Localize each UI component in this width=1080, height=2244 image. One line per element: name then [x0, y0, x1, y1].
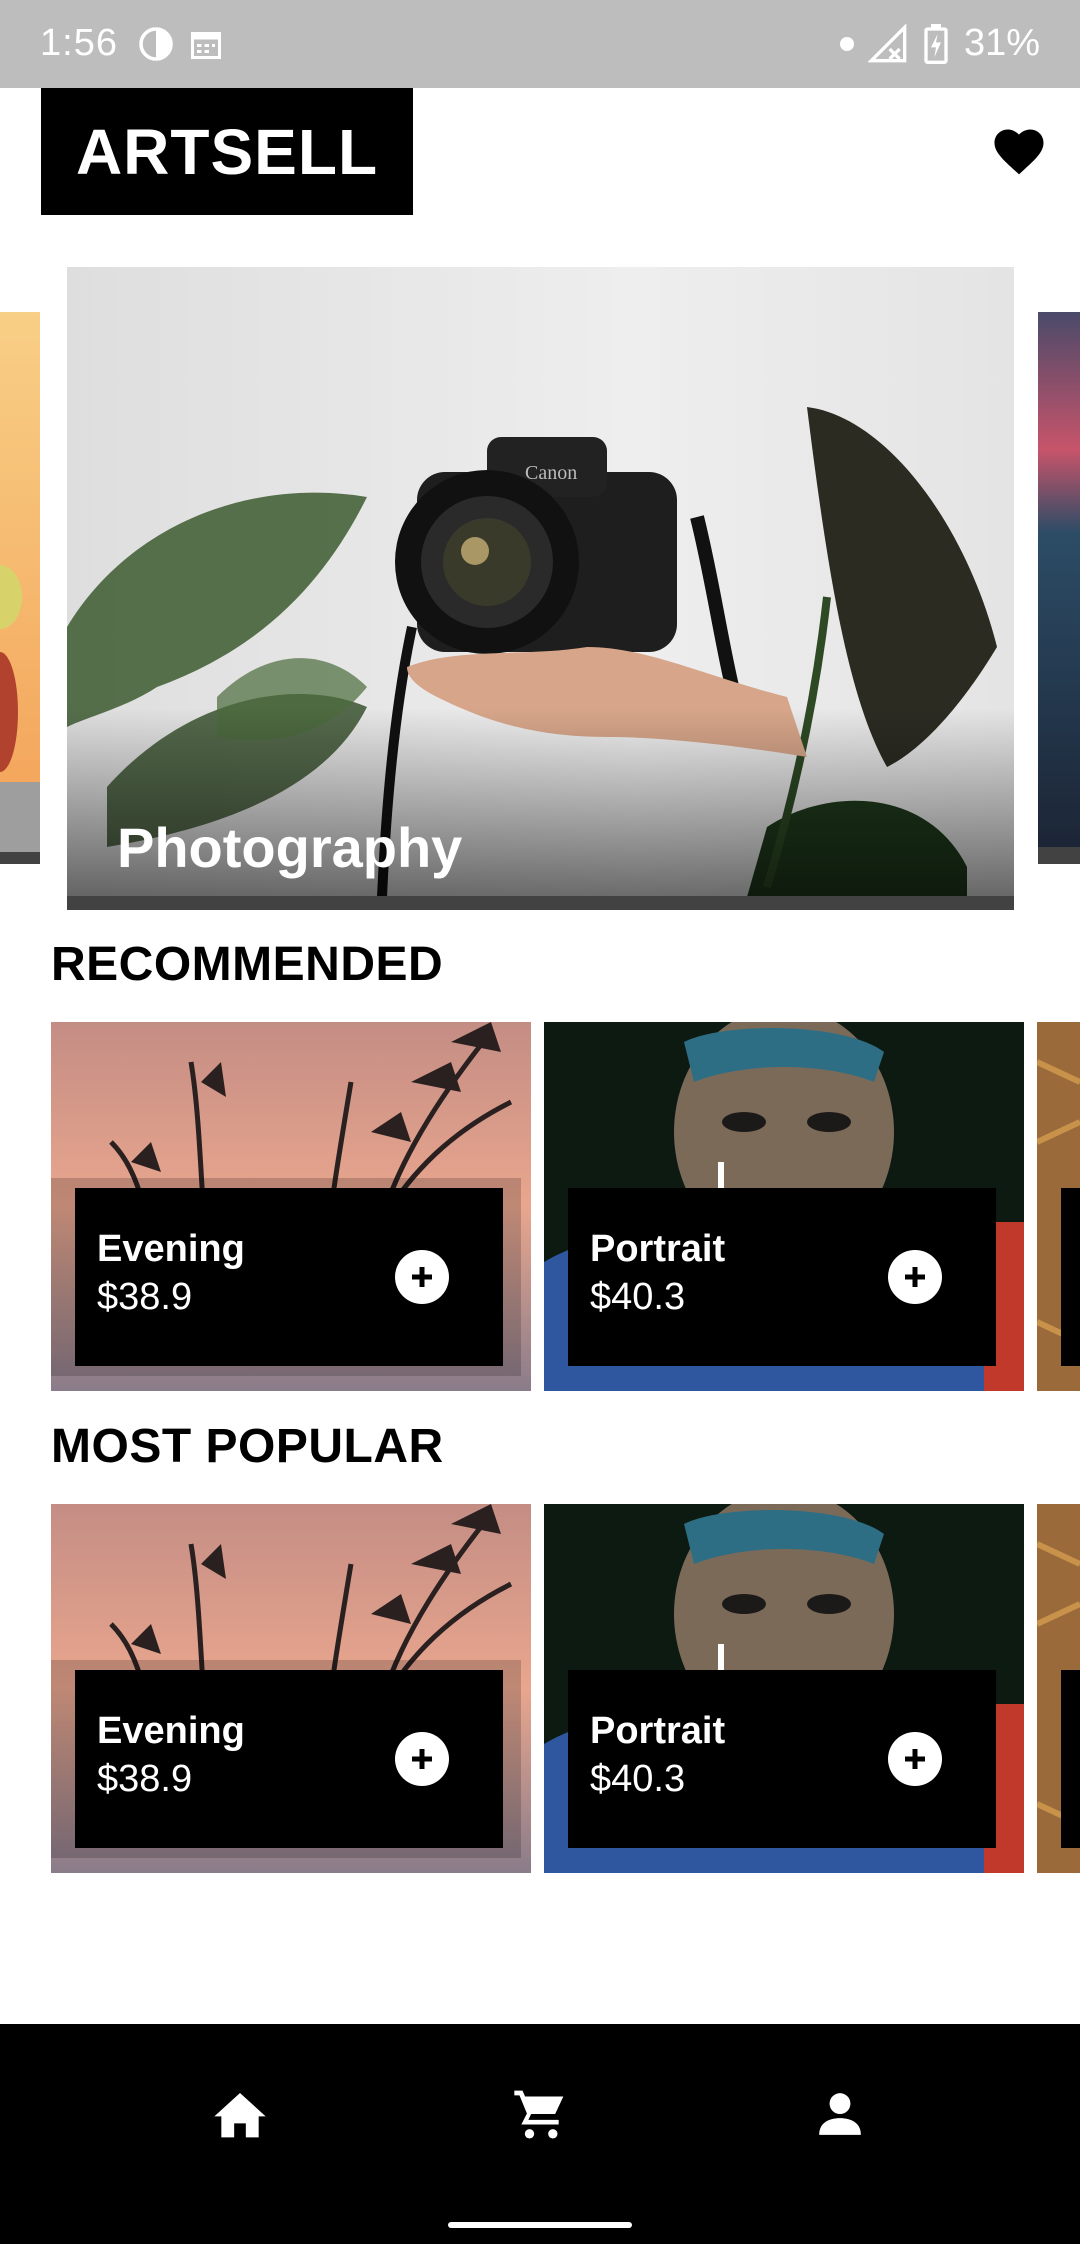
plus-icon: [412, 1749, 432, 1769]
hero-bottom-strip: [67, 896, 1014, 910]
status-right-icons: 31%: [839, 22, 1040, 65]
carousel-next-card[interactable]: [1038, 312, 1080, 864]
add-to-cart-button[interactable]: [888, 1732, 942, 1786]
plus-icon: [412, 1267, 432, 1287]
app-logo-text: ARTSELL: [75, 115, 379, 188]
carousel-prev-card[interactable]: [0, 312, 40, 864]
battery-charging-icon: [924, 23, 948, 64]
product-card-peek[interactable]: [1037, 1504, 1080, 1873]
app-logo: ARTSELL: [41, 88, 413, 215]
gesture-home-indicator[interactable]: [448, 2222, 632, 2228]
product-info-box: Portrait $40.3: [568, 1670, 996, 1848]
hero-category-card[interactable]: Canon Photography: [67, 267, 1014, 910]
next-card-image: [1038, 312, 1080, 864]
calendar-icon: [191, 32, 221, 59]
product-name: Portrait: [590, 1228, 726, 1270]
nav-cart[interactable]: [508, 2082, 572, 2146]
battery-percent: 31%: [963, 22, 1040, 64]
favorites-button[interactable]: [988, 120, 1050, 182]
product-price: $40.3: [590, 1276, 686, 1318]
add-to-cart-button[interactable]: [395, 1732, 449, 1786]
signal-off-icon: [867, 23, 907, 62]
product-price: $40.3: [590, 1758, 686, 1800]
product-card-portrait[interactable]: Portrait $40.3: [544, 1504, 1024, 1873]
person-icon: [819, 2093, 861, 2135]
status-left-icons: [138, 26, 224, 62]
product-name: Portrait: [590, 1710, 726, 1752]
product-name: Evening: [97, 1228, 245, 1270]
cart-icon: [514, 2090, 564, 2139]
product-card-peek[interactable]: [1037, 1022, 1080, 1391]
hero-photography-image: Canon: [67, 267, 1014, 897]
product-name: Evening: [97, 1710, 245, 1752]
dot-icon: [839, 36, 854, 51]
prev-card-image: [0, 312, 40, 864]
product-card-portrait[interactable]: Portrait $40.3: [544, 1022, 1024, 1391]
bottom-navigation: [0, 2024, 1080, 2244]
product-price: $38.9: [97, 1276, 193, 1318]
status-bar: 1:56 31%: [0, 0, 1080, 88]
nav-home[interactable]: [208, 2082, 272, 2146]
hero-category-label: Photography: [117, 816, 463, 879]
product-info-box: Evening $38.9: [75, 1188, 503, 1366]
product-card-evening[interactable]: Evening $38.9: [51, 1022, 531, 1391]
home-icon: [214, 2093, 266, 2138]
nav-profile[interactable]: [808, 2082, 872, 2146]
plus-icon: [905, 1749, 925, 1769]
peek-card-image: [1037, 1022, 1080, 1391]
heart-icon: [994, 129, 1044, 175]
status-time: 1:56: [40, 22, 118, 64]
data-saver-icon: [139, 27, 173, 61]
product-card-evening[interactable]: Evening $38.9: [51, 1504, 531, 1873]
product-info-box: Portrait $40.3: [568, 1188, 996, 1366]
section-title-recommended: RECOMMENDED: [51, 938, 444, 991]
add-to-cart-button[interactable]: [888, 1250, 942, 1304]
product-info-box: Evening $38.9: [75, 1670, 503, 1848]
section-title-most-popular: MOST POPULAR: [51, 1420, 444, 1473]
plus-icon: [905, 1267, 925, 1287]
add-to-cart-button[interactable]: [395, 1250, 449, 1304]
peek-card-image: [1037, 1504, 1080, 1873]
product-price: $38.9: [97, 1758, 193, 1800]
